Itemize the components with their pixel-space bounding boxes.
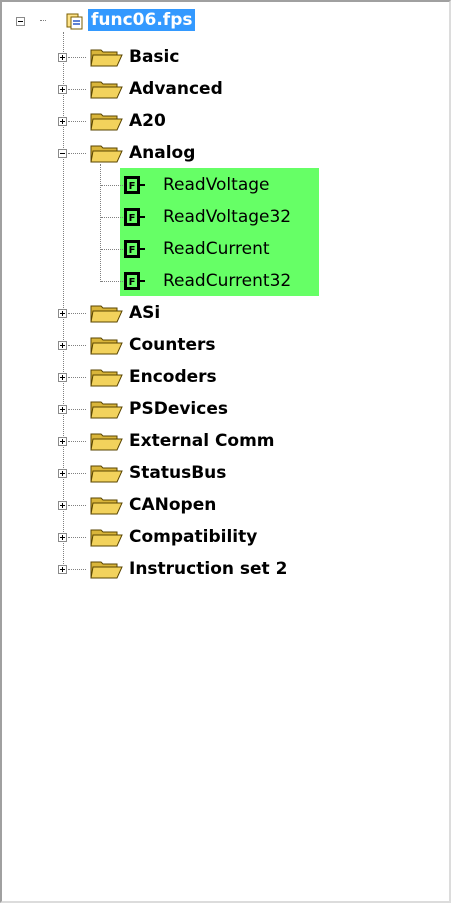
- tree-branch-line: [68, 409, 86, 410]
- tree-branch-line: [68, 121, 86, 122]
- expand-toggle[interactable]: [58, 309, 67, 318]
- folder-icon: [90, 369, 123, 387]
- folder-icon: [90, 497, 123, 515]
- root-node-label[interactable]: func06.fps: [88, 9, 196, 31]
- folder-icon: [90, 433, 123, 451]
- expand-toggle[interactable]: [58, 341, 67, 350]
- tree-line-h: [40, 20, 46, 21]
- function-icon: F: [124, 240, 145, 258]
- function-label[interactable]: ReadVoltage32: [163, 206, 291, 228]
- folder-label[interactable]: Counters: [129, 334, 216, 356]
- tree-branch-line: [68, 57, 86, 58]
- folder-icon: [90, 81, 123, 99]
- document-stack-icon: [66, 13, 83, 30]
- expand-toggle[interactable]: [58, 53, 67, 62]
- tree-line-analog: [100, 164, 101, 282]
- folder-label[interactable]: External Comm: [129, 430, 275, 452]
- folder-label[interactable]: Encoders: [129, 366, 217, 388]
- tree-branch-line: [68, 569, 86, 570]
- tree-branch-line: [68, 313, 86, 314]
- tree-branch-line: [101, 217, 123, 218]
- folder-icon: [90, 305, 123, 323]
- tree-branch-line: [68, 537, 86, 538]
- folder-label[interactable]: Instruction set 2: [129, 558, 287, 580]
- folder-label[interactable]: PSDevices: [129, 398, 228, 420]
- folder-icon: [90, 465, 123, 483]
- tree-branch-line: [68, 473, 86, 474]
- function-icon: F: [124, 208, 145, 226]
- tree-branch-line: [68, 377, 86, 378]
- tree-branch-line: [101, 281, 123, 282]
- folder-icon: [90, 401, 123, 419]
- folder-label[interactable]: Compatibility: [129, 526, 257, 548]
- expand-toggle[interactable]: [58, 565, 67, 574]
- folder-label[interactable]: Analog: [129, 142, 195, 164]
- folder-label[interactable]: Advanced: [129, 78, 223, 100]
- project-tree-panel[interactable]: func06.fps Basic Advanced A20 Analog F R…: [0, 0, 451, 903]
- function-label[interactable]: ReadVoltage: [163, 174, 269, 196]
- folder-icon: [90, 113, 123, 131]
- expand-toggle[interactable]: [58, 501, 67, 510]
- tree-branch-line: [101, 249, 123, 250]
- function-badge: F: [129, 213, 136, 224]
- tree-line-root: [63, 32, 64, 570]
- expand-toggle[interactable]: [58, 437, 67, 446]
- tree-branch-line: [68, 441, 86, 442]
- tree-branch-line: [101, 185, 123, 186]
- function-label[interactable]: ReadCurrent32: [163, 270, 291, 292]
- folder-label[interactable]: A20: [129, 110, 166, 132]
- folder-icon: [90, 561, 123, 579]
- tree-branch-line: [68, 89, 86, 90]
- function-label[interactable]: ReadCurrent: [163, 238, 270, 260]
- function-badge: F: [129, 181, 136, 192]
- folder-icon: [90, 49, 123, 67]
- function-badge: F: [129, 245, 136, 256]
- folder-label[interactable]: ASi: [129, 302, 160, 324]
- expand-toggle[interactable]: [58, 117, 67, 126]
- tree-branch-line: [68, 505, 86, 506]
- folder-label[interactable]: CANopen: [129, 494, 216, 516]
- collapse-toggle-root[interactable]: [16, 17, 25, 26]
- function-icon: F: [124, 272, 145, 290]
- expand-toggle[interactable]: [58, 405, 67, 414]
- tree-branch-line: [68, 345, 86, 346]
- expand-toggle[interactable]: [58, 533, 67, 542]
- tree-branch-line: [68, 153, 86, 154]
- expand-toggle[interactable]: [58, 85, 67, 94]
- function-badge: F: [129, 277, 136, 288]
- folder-icon: [90, 145, 123, 163]
- folder-label[interactable]: Basic: [129, 46, 179, 68]
- expand-toggle[interactable]: [58, 469, 67, 478]
- folder-icon: [90, 337, 123, 355]
- collapse-toggle[interactable]: [58, 149, 67, 158]
- folder-icon: [90, 529, 123, 547]
- expand-toggle[interactable]: [58, 373, 67, 382]
- function-icon: F: [124, 176, 145, 194]
- folder-label[interactable]: StatusBus: [129, 462, 226, 484]
